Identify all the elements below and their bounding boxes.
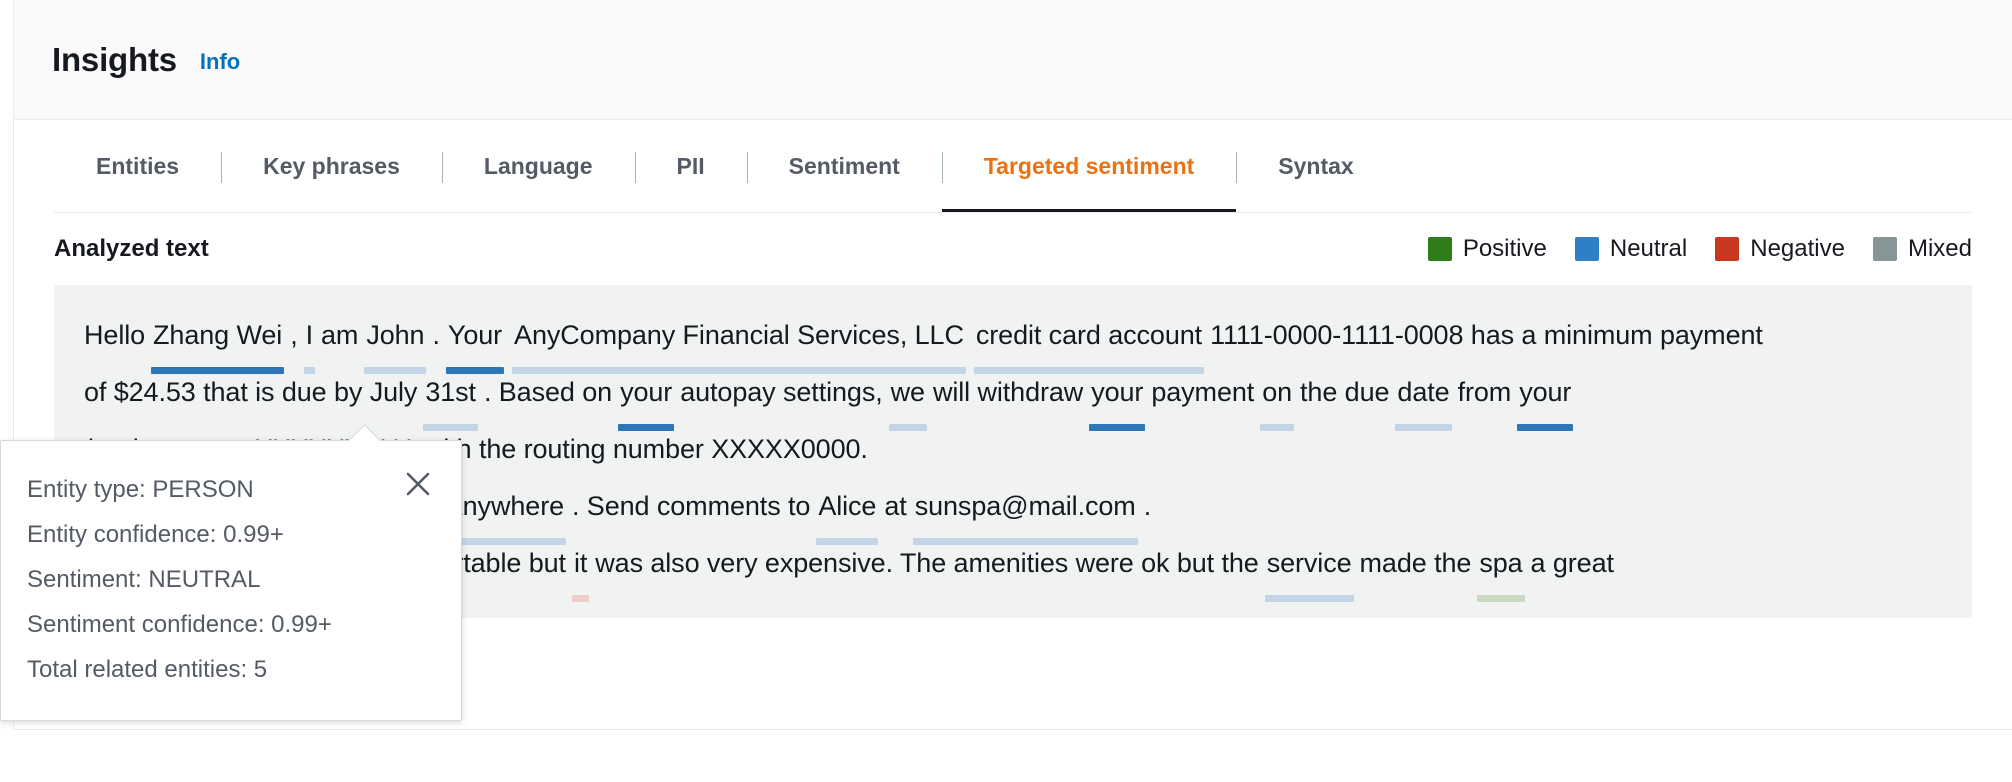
entity-tooltip: Entity type: PERSON Entity confidence: 0… bbox=[0, 424, 462, 721]
text-token: . Send comments to bbox=[572, 491, 811, 521]
tab-sentiment[interactable]: Sentiment bbox=[746, 120, 942, 213]
insights-page: Insights Info Entities Key phrases Langu… bbox=[0, 0, 2012, 782]
text-token: with the routing number XXXXX0000. bbox=[423, 434, 868, 464]
mixed-swatch-icon bbox=[1872, 237, 1897, 261]
positive-swatch-icon bbox=[1427, 237, 1452, 261]
entity-token[interactable]: on bbox=[1256, 364, 1298, 431]
entity-token[interactable]: date bbox=[1391, 364, 1455, 431]
tabs-underline bbox=[54, 212, 1972, 213]
entity-underline bbox=[1089, 424, 1146, 431]
legend-label-positive: Positive bbox=[1462, 235, 1547, 262]
legend-label-mixed: Mixed bbox=[1907, 235, 1972, 262]
analyzed-text-header: Analyzed text Positive Neutral Negative bbox=[54, 213, 1972, 285]
text-token: made the bbox=[1359, 548, 1472, 578]
entity-token[interactable]: 31st bbox=[419, 364, 482, 431]
entity-underline bbox=[1264, 595, 1354, 602]
negative-swatch-icon bbox=[1715, 237, 1740, 261]
neutral-swatch-icon bbox=[1574, 237, 1599, 261]
page-bottom-area bbox=[0, 730, 2012, 782]
tooltip-entity-confidence: Entity confidence: 0.99+ bbox=[27, 521, 284, 548]
close-icon[interactable] bbox=[403, 469, 433, 499]
tab-syntax[interactable]: Syntax bbox=[1236, 120, 1395, 213]
text-token: payment bbox=[1151, 377, 1255, 407]
entity-token[interactable]: credit card account bbox=[970, 307, 1208, 374]
entity-token[interactable]: your bbox=[1513, 364, 1577, 431]
legend-label-neutral: Neutral bbox=[1609, 235, 1688, 262]
text-token: from bbox=[1457, 377, 1512, 407]
entity-token[interactable]: sunspa@mail.com bbox=[909, 478, 1142, 545]
text-token: was also very expensive. The amenities w… bbox=[595, 548, 1259, 578]
entity-underline bbox=[571, 595, 590, 602]
tooltip-sentiment: Sentiment: NEUTRAL bbox=[27, 566, 261, 593]
text-token: will withdraw bbox=[932, 377, 1084, 407]
page-title: Insights bbox=[52, 40, 177, 78]
text-token: the due bbox=[1300, 377, 1390, 407]
entity-token[interactable]: we bbox=[885, 364, 931, 431]
entity-token[interactable]: it bbox=[568, 535, 593, 602]
entity-token[interactable]: spa bbox=[1473, 535, 1528, 602]
sentiment-legend: Positive Neutral Negative Mixed bbox=[1427, 235, 1972, 263]
text-token: 1111-0000-1111-0008 has a minimum paymen… bbox=[1210, 320, 1763, 350]
analyzed-text-line: Hello Zhang Wei, Iam John. Your AnyCompany Fi… bbox=[82, 307, 1944, 374]
entity-token[interactable]: your bbox=[614, 364, 678, 431]
entity-token[interactable]: your bbox=[1085, 364, 1149, 431]
text-token: am bbox=[321, 320, 359, 350]
text-token: . bbox=[432, 320, 440, 350]
analyzed-text-line: of $24.53 that is due by July 31st. Based… bbox=[82, 364, 1944, 431]
tab-language[interactable]: Language bbox=[441, 120, 635, 213]
analyzed-text-label: Analyzed text bbox=[54, 235, 209, 262]
legend-item-mixed: Mixed bbox=[1872, 235, 1972, 263]
entity-underline bbox=[1260, 424, 1295, 431]
tab-key-phrases[interactable]: Key phrases bbox=[221, 120, 442, 213]
tabs-container: Entities Key phrases Language PII Sentim… bbox=[14, 120, 2012, 213]
tooltip-total-related-entities: Total related entities: 5 bbox=[27, 656, 268, 683]
info-link[interactable]: Info bbox=[200, 49, 240, 75]
tab-entities[interactable]: Entities bbox=[54, 120, 221, 213]
text-token: , bbox=[290, 320, 298, 350]
text-token: . Based on bbox=[483, 377, 613, 407]
entity-underline bbox=[1517, 424, 1574, 431]
tab-pii[interactable]: PII bbox=[634, 120, 747, 213]
entity-token[interactable]: I bbox=[300, 307, 319, 374]
entity-underline bbox=[1477, 595, 1525, 602]
entity-token[interactable]: Your bbox=[442, 307, 508, 374]
panel-header: Insights Info bbox=[14, 0, 2012, 120]
tab-targeted-sentiment[interactable]: Targeted sentiment bbox=[941, 120, 1236, 213]
text-token: at bbox=[884, 491, 907, 521]
entity-underline bbox=[1395, 424, 1452, 431]
entity-token[interactable]: Zhang Wei bbox=[147, 307, 288, 374]
entity-token[interactable]: AnyCompany Financial Services, LLC bbox=[508, 307, 970, 374]
tooltip-sentiment-confidence: Sentiment confidence: 0.99+ bbox=[27, 611, 332, 638]
legend-item-negative: Negative bbox=[1715, 235, 1845, 263]
tooltip-entity-type: Entity type: PERSON bbox=[27, 476, 254, 503]
text-token: a great bbox=[1530, 548, 1614, 578]
legend-item-positive: Positive bbox=[1427, 235, 1547, 263]
entity-token[interactable]: Alice bbox=[812, 478, 882, 545]
tab-list: Entities Key phrases Language PII Sentim… bbox=[54, 120, 1972, 213]
text-token: Hello bbox=[84, 320, 146, 350]
legend-item-neutral: Neutral bbox=[1574, 235, 1688, 263]
entity-underline bbox=[888, 424, 927, 431]
entity-token[interactable]: John bbox=[360, 307, 430, 374]
entity-token[interactable]: service bbox=[1261, 535, 1358, 602]
text-token: of $24.53 that is due by July bbox=[84, 377, 418, 407]
legend-label-negative: Negative bbox=[1750, 235, 1845, 262]
text-token: autopay settings, bbox=[680, 377, 883, 407]
text-token: . bbox=[1143, 491, 1152, 521]
